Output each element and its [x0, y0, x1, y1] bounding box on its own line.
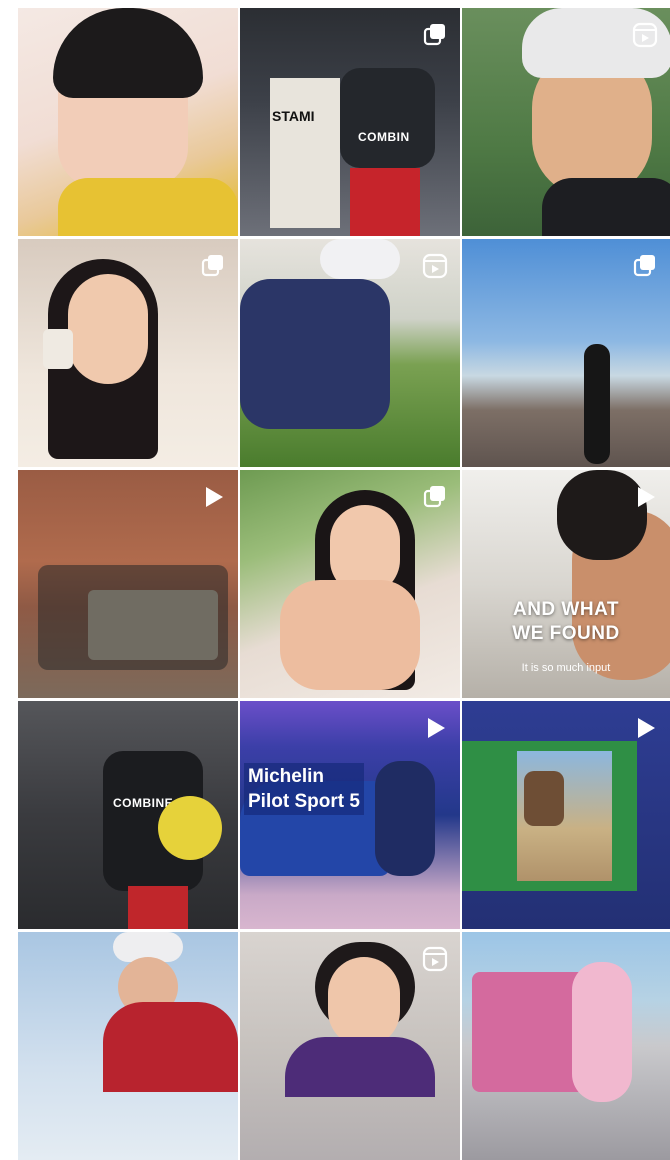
- cup-shape: [43, 329, 73, 369]
- overlay-subtitle: It is so much input: [521, 662, 611, 674]
- post-tile-15[interactable]: [462, 932, 670, 1160]
- jersey-shape: [542, 178, 670, 236]
- post-tile-8[interactable]: [240, 470, 460, 698]
- sign-board: [270, 78, 340, 228]
- carousel-icon: [200, 253, 226, 279]
- legs-shape: [128, 886, 188, 929]
- post-tile-4[interactable]: [18, 239, 238, 467]
- play-icon: [200, 484, 226, 510]
- post-tile-10[interactable]: COMBINE: [18, 701, 238, 929]
- person-figure: [240, 279, 390, 429]
- top-shape: [285, 1037, 435, 1097]
- jersey-shape: [103, 1002, 238, 1092]
- reels-icon: [422, 253, 448, 279]
- legs-shape: [350, 168, 420, 236]
- play-icon: [422, 715, 448, 741]
- person-figure: [328, 957, 400, 1047]
- person-figure: [375, 761, 435, 876]
- person-figure: [572, 962, 632, 1102]
- overlay-title: Michelin Pilot Sport 5: [244, 763, 364, 815]
- posts-grid: STAMI COMBIN AND WHAT WE FOUND It is so …: [18, 8, 670, 1160]
- overlay-title: AND WHAT WE FOUND: [462, 598, 670, 646]
- shirt-text: COMBIN: [358, 130, 410, 144]
- post-tile-14[interactable]: [240, 932, 460, 1160]
- post-tile-6[interactable]: [462, 239, 670, 467]
- play-icon: [632, 715, 658, 741]
- helmet-shape: [320, 239, 400, 279]
- post-tile-11[interactable]: Michelin Pilot Sport 5: [240, 701, 460, 929]
- reels-icon: [422, 946, 448, 972]
- post-tile-2[interactable]: STAMI COMBIN: [240, 8, 460, 236]
- post-tile-7[interactable]: [18, 470, 238, 698]
- person-figure: [68, 274, 148, 384]
- post-tile-1[interactable]: [18, 8, 238, 236]
- person-figure: [584, 344, 610, 464]
- group-figures: [38, 565, 228, 670]
- carousel-icon: [422, 484, 448, 510]
- person-figure: [340, 68, 435, 168]
- overlay-title-line-1: Michelin: [248, 766, 325, 787]
- post-tile-3[interactable]: [462, 8, 670, 236]
- post-tile-12[interactable]: [462, 701, 670, 929]
- overlay-title-line-1: AND WHAT: [512, 599, 619, 620]
- arms-shape: [280, 580, 420, 690]
- camel-shape: [524, 771, 564, 826]
- reels-icon: [632, 22, 658, 48]
- post-tile-5[interactable]: [240, 239, 460, 467]
- overlay-title-line-2: WE FOUND: [512, 623, 620, 644]
- play-icon: [632, 484, 658, 510]
- weight-plate-shape: [158, 796, 222, 860]
- sign-text: STAMI: [272, 108, 315, 124]
- overlay-title-line-2: Pilot Sport 5: [248, 791, 360, 812]
- shirt-shape: [58, 178, 238, 236]
- post-tile-9[interactable]: AND WHAT WE FOUND It is so much input: [462, 470, 670, 698]
- carousel-icon: [422, 22, 448, 48]
- carousel-icon: [632, 253, 658, 279]
- post-tile-13[interactable]: [18, 932, 238, 1160]
